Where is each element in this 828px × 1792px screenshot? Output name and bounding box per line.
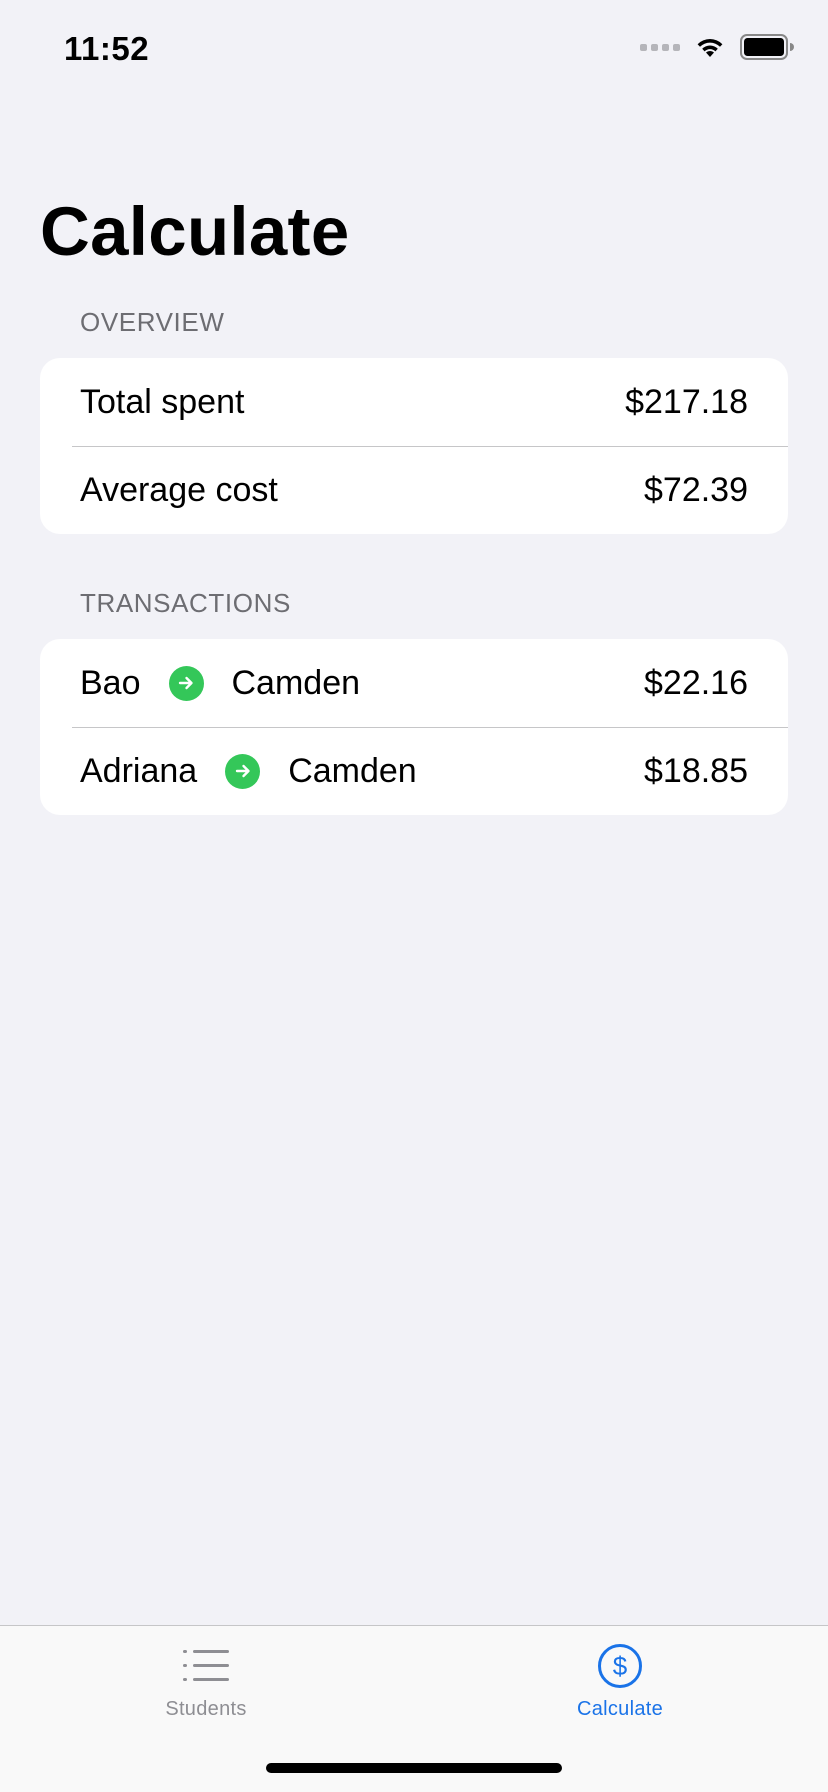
overview-section-header: OVERVIEW — [80, 307, 225, 337]
transaction-amount: $18.85 — [644, 751, 748, 790]
transaction-from: Adriana — [80, 751, 198, 790]
transaction-to: Camden — [288, 751, 417, 790]
page-title: Calculate — [40, 193, 350, 270]
total-spent-row: Total spent $217.18 — [40, 358, 788, 446]
tab-students-label: Students — [165, 1698, 247, 1720]
overview-card: Total spent $217.18 Average cost $72.39 — [40, 358, 788, 534]
transactions-card: Bao Camden $22.16 Adriana Camden $18.85 — [40, 639, 788, 815]
tab-calculate[interactable]: $ Calculate — [500, 1626, 740, 1736]
arrow-right-circle-icon — [168, 665, 204, 701]
svg-text:$: $ — [613, 1651, 628, 1681]
average-cost-label: Average cost — [80, 470, 278, 509]
status-icons — [640, 34, 794, 60]
battery-icon — [740, 34, 794, 60]
transaction-amount: $22.16 — [644, 663, 748, 702]
transaction-row[interactable]: Adriana Camden $18.85 — [40, 727, 788, 815]
arrow-right-circle-icon — [225, 753, 261, 789]
wifi-icon — [697, 39, 723, 57]
list-icon — [183, 1644, 229, 1688]
average-cost-row: Average cost $72.39 — [40, 446, 788, 534]
status-bar: 11:52 — [0, 0, 828, 100]
transaction-from: Bao — [80, 663, 141, 702]
transaction-row[interactable]: Bao Camden $22.16 — [40, 639, 788, 727]
tab-students[interactable]: Students — [86, 1626, 326, 1736]
transactions-section-header: TRANSACTIONS — [80, 588, 291, 618]
transaction-to: Camden — [231, 663, 361, 702]
total-spent-value: $217.18 — [625, 382, 748, 421]
tab-calculate-label: Calculate — [576, 1698, 664, 1720]
home-indicator — [266, 1763, 562, 1773]
total-spent-label: Total spent — [80, 382, 245, 421]
cellular-signal-icon — [640, 43, 680, 51]
dollar-circle-icon: $ — [597, 1644, 643, 1688]
status-time: 11:52 — [64, 30, 150, 67]
average-cost-value: $72.39 — [644, 470, 748, 509]
